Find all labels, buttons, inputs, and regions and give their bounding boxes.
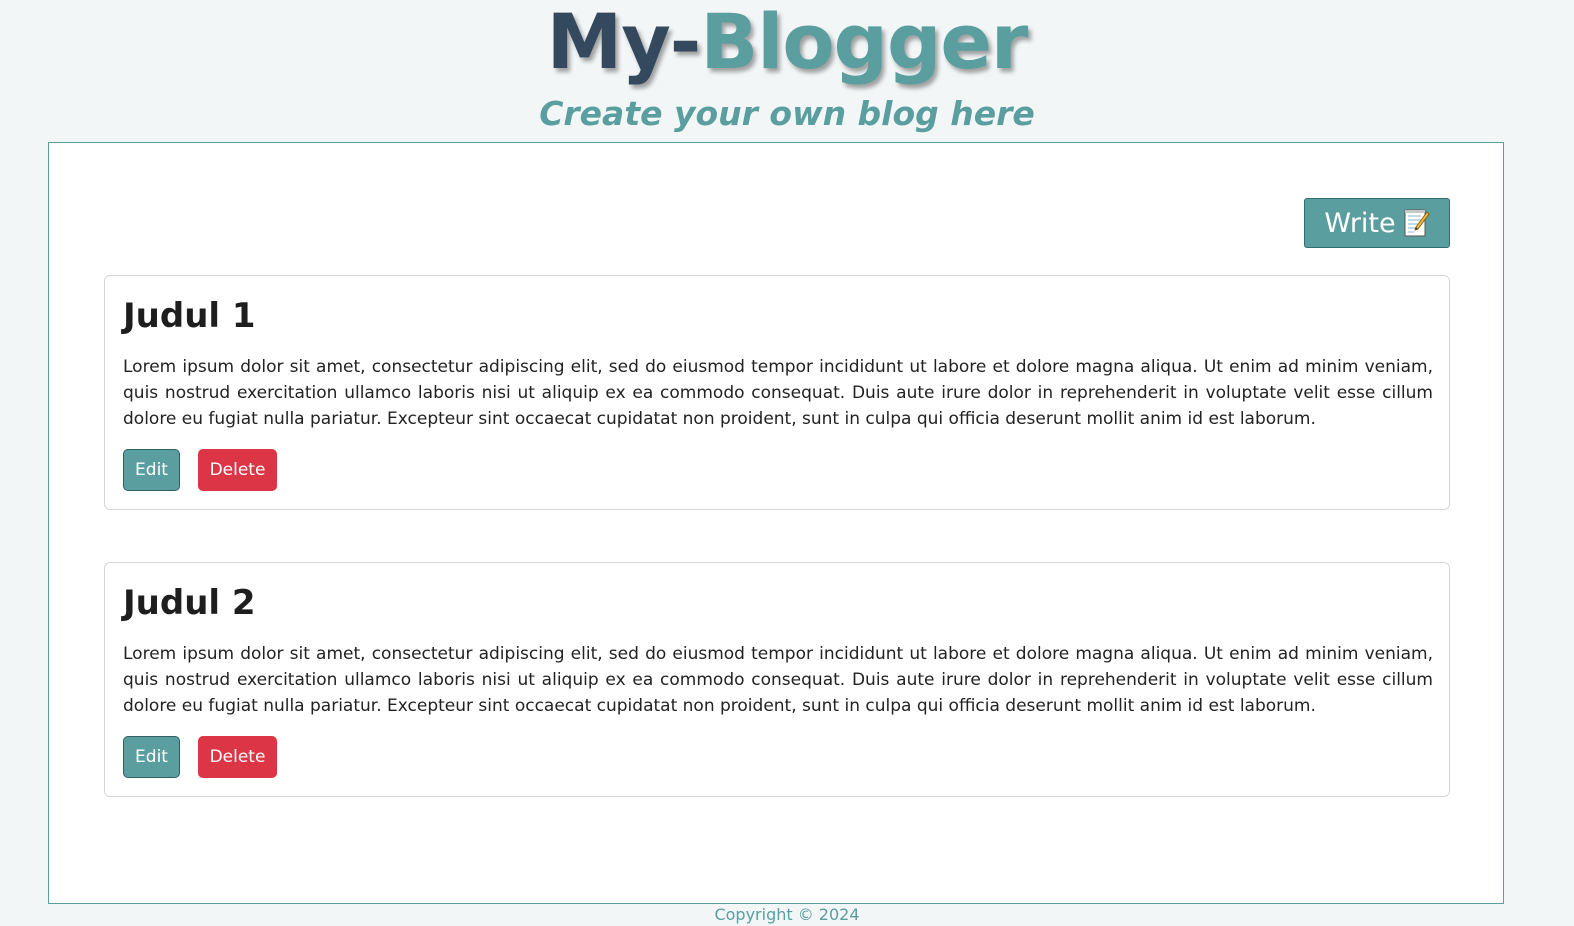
delete-button[interactable]: Delete [198, 449, 277, 491]
edit-button[interactable]: Edit [123, 449, 180, 491]
site-tagline: Create your own blog here [539, 94, 1035, 133]
brand-name-part1: My- [546, 0, 702, 86]
post-body: Lorem ipsum dolor sit amet, consectetur … [123, 357, 1433, 429]
edit-button[interactable]: Edit [123, 736, 180, 778]
post-card: Judul 1 Lorem ipsum dolor sit amet, cons… [104, 275, 1450, 510]
delete-button[interactable]: Delete [198, 736, 277, 778]
write-button-label: Write [1324, 207, 1396, 239]
post-body: Lorem ipsum dolor sit amet, consectetur … [123, 644, 1433, 716]
brand-name-part2: Blogger [700, 0, 1028, 86]
post-title: Judul 2 [123, 583, 256, 623]
memo-icon [1404, 208, 1430, 238]
footer-copyright: Copyright © 2024 [714, 905, 860, 924]
posts-container: Write Judul 1 Lorem ipsum dolor sit amet… [48, 142, 1504, 904]
site-logo: My-Blogger [0, 0, 1574, 90]
write-button[interactable]: Write [1304, 198, 1450, 248]
post-title: Judul 1 [123, 296, 256, 336]
post-card: Judul 2 Lorem ipsum dolor sit amet, cons… [104, 562, 1450, 797]
